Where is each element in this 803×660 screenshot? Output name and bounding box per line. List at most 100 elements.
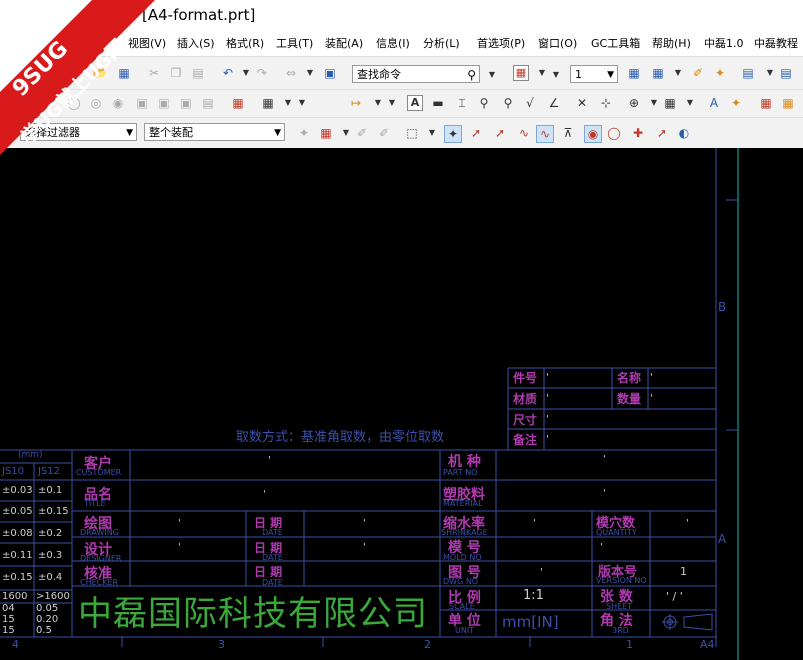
feature-control-icon[interactable]: ▬: [430, 95, 446, 111]
undo-icon[interactable]: ↶: [220, 65, 236, 81]
drafting-icon[interactable]: ▤: [740, 65, 756, 81]
sheet-value: ' / ': [666, 590, 683, 603]
snap-on-surface-icon[interactable]: ◐: [676, 125, 692, 141]
cavity-label-en: QUANTITY: [596, 528, 637, 537]
dimension-icon[interactable]: ↦: [348, 95, 364, 111]
select-all-icon[interactable]: ✦: [296, 125, 312, 141]
snap-on-curve-icon[interactable]: ➚: [654, 125, 670, 141]
work-layer-select[interactable]: 1 ▼: [570, 65, 618, 83]
paste-icon[interactable]: ▤: [190, 65, 206, 81]
update-views-icon[interactable]: ▦: [230, 95, 246, 111]
edit-object-icon[interactable]: ✐: [690, 65, 706, 81]
undo-dropdown-icon[interactable]: ▼: [238, 65, 254, 81]
rectangle-dropdown-icon[interactable]: ▼: [424, 125, 440, 141]
menu-insert[interactable]: 插入(S): [177, 35, 215, 51]
command-finder-icon[interactable]: ▣: [322, 65, 338, 81]
remark-value: ': [546, 434, 549, 445]
image-dropdown-icon[interactable]: ▼: [682, 95, 698, 111]
menu-gc-toolbox[interactable]: GC工具箱: [591, 35, 640, 51]
snap-quadrant-icon[interactable]: ◯: [606, 125, 622, 141]
menu-assembly[interactable]: 装配(A): [325, 35, 363, 51]
parts-list-icon[interactable]: ▦: [780, 95, 796, 111]
revolved-section-icon[interactable]: ▣: [178, 95, 194, 111]
tolerance-col-js12: JS12: [38, 466, 61, 477]
chevron-down-icon: ▼: [274, 128, 281, 138]
date-label-en: DATE: [262, 528, 283, 537]
command-search-input[interactable]: 查找命令 ⚲: [352, 65, 480, 83]
zoom-icon[interactable]: ⚲: [476, 95, 492, 111]
redo-icon[interactable]: ↷: [254, 65, 270, 81]
layer-dropdown-icon[interactable]: ▼: [670, 65, 686, 81]
repeat-dropdown-icon[interactable]: ▼: [302, 65, 318, 81]
graphics-window[interactable]: B A A4 4 3 2 1 取数方式：基准角取数，由零位取数 件号 名称 材质…: [0, 148, 803, 660]
weld-symbol-icon[interactable]: ∠: [546, 95, 562, 111]
edit-style-icon[interactable]: ✦: [728, 95, 744, 111]
centerline-icon[interactable]: ⊹: [598, 95, 614, 111]
layer-settings-icon[interactable]: ▦: [626, 65, 642, 81]
select-dropdown-icon[interactable]: ▼: [338, 125, 354, 141]
customer-label-en: CUSTOMER: [76, 468, 122, 477]
zone-label-b: B: [718, 300, 727, 314]
copy-icon[interactable]: ❐: [168, 65, 184, 81]
search-dropdown-icon[interactable]: ▼: [484, 67, 500, 83]
assembly-scope-text: 整个装配: [149, 126, 193, 139]
menu-tools[interactable]: 工具(T): [276, 35, 313, 51]
menu-window[interactable]: 窗口(O): [538, 35, 577, 51]
title-label-en: TITLE: [84, 499, 106, 508]
menu-info[interactable]: 信息(I): [376, 35, 410, 51]
snap-center-icon[interactable]: ◉: [584, 125, 602, 143]
snap-point-icon[interactable]: ✦: [444, 125, 462, 143]
menu-format[interactable]: 格式(R): [226, 35, 264, 51]
border-more-icon[interactable]: ▼: [294, 95, 310, 111]
snap-control-icon[interactable]: ∿: [516, 125, 532, 141]
surface-finish-icon[interactable]: √: [522, 95, 538, 111]
tolerance-cell: ±0.3: [38, 550, 63, 561]
display-edit-icon[interactable]: ✦: [712, 65, 728, 81]
menu-zhonglei[interactable]: 中磊1.0: [704, 35, 744, 51]
menu-help[interactable]: 帮助(H): [652, 35, 691, 51]
menu-preferences[interactable]: 首选项(P): [477, 35, 525, 51]
ruler-label-2: 2: [424, 638, 431, 651]
tolerance-cell: ±0.15: [38, 506, 69, 517]
repeat-command-icon[interactable]: ⇔: [283, 65, 299, 81]
menu-analysis[interactable]: 分析(L): [423, 35, 460, 51]
half-section-icon[interactable]: ▣: [156, 95, 172, 111]
ruler-icon[interactable]: ▤: [778, 65, 794, 81]
note-icon[interactable]: A: [407, 95, 423, 111]
datum-note: 取数方式：基准角取数，由零位取数: [236, 430, 445, 445]
drafting-dropdown-icon[interactable]: ▼: [762, 65, 778, 81]
material-value: ': [546, 393, 549, 404]
text-style-icon[interactable]: A: [706, 95, 722, 111]
image-icon[interactable]: ▦: [662, 95, 678, 111]
zoom-in-icon[interactable]: ⚲: [500, 95, 516, 111]
break-view-icon[interactable]: ▤: [200, 95, 216, 111]
tolerance-cell: 0.20: [36, 614, 59, 625]
table-icon[interactable]: ▦: [758, 95, 774, 111]
snap-midpoint-icon[interactable]: ➚: [492, 125, 508, 141]
snap-arc-center-icon[interactable]: ⊼: [560, 125, 576, 141]
layer-visible-icon[interactable]: ▦: [650, 65, 666, 81]
plastic-value: ': [603, 488, 606, 499]
layout-icon[interactable]: ▦: [513, 65, 529, 81]
tolerance-cell: ±0.05: [2, 506, 33, 517]
tolerance-cell: ±0.1: [38, 485, 63, 496]
general-select-icon[interactable]: ▦: [318, 125, 334, 141]
assembly-scope-select[interactable]: 整个装配 ▼: [144, 123, 285, 141]
menu-zhonglei-tutorial[interactable]: 中磊教程: [754, 35, 798, 51]
search-icon[interactable]: ⚲: [467, 66, 476, 84]
center-mark-icon[interactable]: ⊕: [626, 95, 642, 111]
center-mark-dropdown-icon[interactable]: ▼: [646, 95, 662, 111]
select-feature-icon[interactable]: ✐: [354, 125, 370, 141]
datum-icon[interactable]: ⌶: [454, 95, 470, 111]
border-icon[interactable]: ▦: [260, 95, 276, 111]
rectangle-select-icon[interactable]: ⬚: [404, 125, 420, 141]
layout-more-icon[interactable]: ▼: [548, 67, 564, 83]
snap-existing-icon[interactable]: ✚: [630, 125, 646, 141]
dwg-value: ': [540, 567, 543, 578]
cross-icon[interactable]: ✕: [574, 95, 590, 111]
snap-intersection-icon[interactable]: ∿: [536, 125, 554, 143]
select-body-icon[interactable]: ✐: [376, 125, 392, 141]
qty-value: ': [650, 393, 653, 404]
dimension-more-icon[interactable]: ▼: [384, 95, 400, 111]
snap-endpoint-icon[interactable]: ➚: [468, 125, 484, 141]
